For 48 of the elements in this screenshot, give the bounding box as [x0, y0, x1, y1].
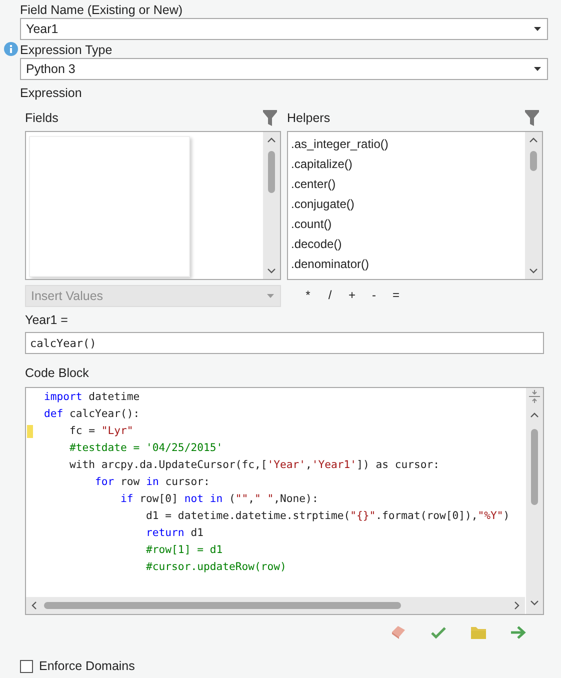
arrow-right-icon [510, 624, 526, 640]
list-label: Fields [25, 111, 58, 125]
expression-type-dropdown[interactable]: Python 3 [20, 58, 548, 80]
eraser-icon [390, 624, 406, 640]
list-item[interactable]: .count() [288, 214, 525, 234]
field-label: Code Block [25, 365, 90, 381]
code-editor[interactable] [25, 387, 544, 615]
code-line: with arcpy.da.UpdateCursor(fc,['Year','Year1']) as cursor: [68, 458, 440, 473]
code-line: if row[0] not in (""," ",None): [120, 492, 318, 507]
operator-button[interactable]: + [341, 288, 363, 302]
list-item[interactable]: .decode() [288, 234, 525, 254]
field-label: Expression [20, 85, 83, 101]
field-label: Field Name (Existing or New) [20, 2, 184, 18]
code-line: #testdate = '04/25/2015' [68, 441, 223, 456]
filter-icon[interactable] [525, 110, 539, 126]
field-name-dropdown[interactable]: Year1 [20, 18, 548, 40]
field-label: Year1 = [25, 312, 69, 328]
caret-icon [534, 67, 541, 71]
operator-button[interactable]: * [297, 288, 319, 302]
code-line: for row in cursor: [94, 475, 210, 490]
code-line: fc = "Lyr" [68, 424, 134, 439]
helpers-list[interactable]: .as_integer_ratio() .capitalize() .center() .conjugate() .count() .decode() .denominator() [287, 131, 543, 280]
list-item[interactable]: .denominator() [288, 254, 525, 274]
list-item[interactable]: .conjugate() [288, 194, 525, 214]
code-line: import datetime [44, 390, 140, 405]
code-line: d1 = datetime.datetime.strptime("{}".format(row[0]),"%Y") [145, 509, 510, 524]
list-item[interactable]: .capitalize() [288, 154, 525, 174]
code-line: #cursor.updateRow(row) [145, 560, 286, 575]
field-label: Expression Type [20, 42, 114, 58]
operator-button[interactable]: / [319, 288, 341, 302]
checkbox[interactable] [20, 660, 33, 672]
fields-list[interactable] [25, 131, 281, 280]
checkbox-label: Enforce Domains [39, 659, 135, 673]
arrow-right-button[interactable] [508, 623, 528, 641]
info-icon [4, 42, 18, 56]
list-item[interactable]: .center() [288, 174, 525, 194]
code-line: def calcYear(): [44, 407, 140, 422]
filter-icon[interactable] [263, 110, 277, 126]
operator-button[interactable]: - [363, 288, 385, 302]
splitter-icon [526, 388, 543, 405]
operator-button[interactable]: = [385, 288, 407, 302]
list-label: Helpers [287, 111, 330, 125]
expression-field[interactable]: calcYear() [25, 332, 544, 354]
code-line: #row[1] = d1 [145, 543, 223, 558]
caret-icon [267, 294, 274, 298]
list-item[interactable]: .as_integer_ratio() [288, 134, 525, 154]
code-line: return d1 [145, 526, 204, 541]
caret-icon [534, 27, 541, 31]
